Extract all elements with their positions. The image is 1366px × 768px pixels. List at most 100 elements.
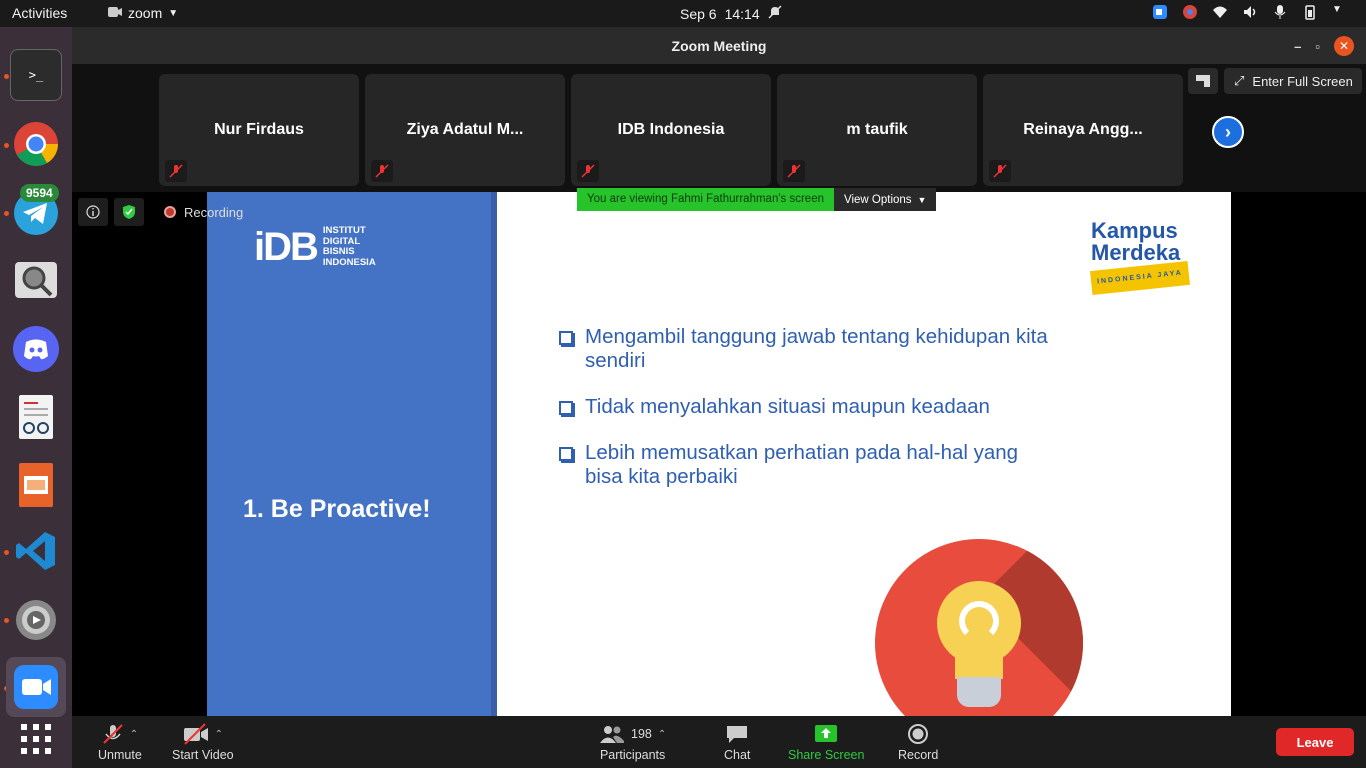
close-button[interactable]: ✕: [1334, 36, 1354, 56]
chevron-down-icon: ▼: [917, 194, 927, 205]
participant-tile[interactable]: Ziya Adatul M...: [365, 74, 565, 186]
desktop: Activities zoom ▼ Sep 6 14:14 ▼ >_ 9594 …: [0, 0, 1366, 768]
checkbox-bullet-icon: [559, 331, 573, 345]
battery-icon[interactable]: [1302, 4, 1318, 20]
bullet-item: Lebih memusatkan perhatian pada hal-hal …: [559, 441, 1059, 489]
wifi-icon[interactable]: [1212, 4, 1228, 20]
participants-icon: [600, 726, 624, 743]
record-label: Record: [898, 748, 939, 762]
participants-label: Participants: [599, 748, 666, 762]
chat-label: Chat: [724, 748, 751, 762]
enter-full-screen-button[interactable]: ⤢ Enter Full Screen: [1224, 68, 1362, 94]
running-indicator: [4, 550, 9, 555]
lightbulb-icon: [875, 539, 1083, 716]
participants-button[interactable]: 198 ⌃ Participants: [599, 722, 666, 762]
unmute-label: Unmute: [98, 748, 142, 762]
app-menu[interactable]: zoom ▼: [108, 5, 178, 21]
settings-icon[interactable]: [10, 594, 62, 646]
microphone-icon[interactable]: [1272, 4, 1288, 20]
participant-name: m taufik: [846, 121, 908, 138]
participant-name: IDB Indonesia: [617, 121, 725, 138]
chat-button[interactable]: Chat: [724, 722, 750, 762]
start-video-label: Start Video: [172, 748, 234, 762]
document-viewer-icon[interactable]: [10, 391, 62, 443]
bullet-text: Tidak menyalahkan situasi maupun keadaan: [585, 395, 990, 418]
window-titlebar[interactable]: Zoom Meeting – ▫ ✕: [72, 27, 1366, 64]
chevron-down-icon: ▼: [168, 7, 179, 19]
telegram-unread-badge: 9594: [20, 184, 59, 202]
terminal-icon[interactable]: >_: [10, 49, 62, 101]
share-screen-button[interactable]: Share Screen: [788, 722, 864, 762]
kampus-logo-line2: Merdeka: [1091, 240, 1181, 265]
participants-count: 198: [631, 727, 652, 741]
chrome-icon[interactable]: [10, 118, 62, 170]
zoom-app-icon: [108, 5, 122, 21]
participant-name: Nur Firdaus: [214, 121, 304, 138]
audio-options-chevron-icon[interactable]: ⌃: [130, 729, 138, 740]
app-grid-icon[interactable]: [10, 713, 62, 765]
bullet-item: Tidak menyalahkan situasi maupun keadaan: [559, 395, 1059, 419]
share-screen-label: Share Screen: [788, 748, 865, 762]
checkbox-bullet-icon: [559, 447, 573, 461]
dock: >_ 9594: [0, 27, 72, 768]
muted-mic-icon: [783, 160, 805, 182]
zoom-tray-icon[interactable]: [1152, 4, 1168, 20]
participant-tile[interactable]: IDB Indonesia: [571, 74, 771, 186]
running-indicator: [4, 74, 9, 79]
view-options-label: View Options: [844, 193, 912, 206]
minimize-button[interactable]: –: [1294, 39, 1301, 54]
fullscreen-icon: ⤢: [1234, 73, 1245, 88]
enter-full-screen-label: Enter Full Screen: [1252, 73, 1353, 89]
system-tray: ▼: [1152, 4, 1348, 20]
running-indicator: [4, 618, 9, 623]
window-title: Zoom Meeting: [671, 38, 767, 54]
running-indicator: [4, 143, 9, 148]
muted-mic-icon: [989, 160, 1011, 182]
system-top-bar: Activities zoom ▼ Sep 6 14:14 ▼: [0, 0, 1366, 27]
participant-name: Reinaya Angg...: [1023, 121, 1143, 138]
idb-logo-line: BISNIS: [322, 246, 355, 257]
volume-icon[interactable]: [1242, 4, 1258, 20]
discord-icon[interactable]: [10, 323, 62, 375]
kampus-logo-tag: INDONESIA JAYA: [1090, 260, 1190, 296]
image-viewer-icon[interactable]: [10, 255, 62, 307]
recording-indicator[interactable]: Recording: [164, 205, 243, 220]
participant-tile[interactable]: Reinaya Angg...: [983, 74, 1183, 186]
chrome-tray-icon[interactable]: [1182, 4, 1198, 20]
clock[interactable]: Sep 6 14:14: [680, 5, 782, 22]
record-button[interactable]: Record: [898, 722, 938, 762]
bullet-text: Lebih memusatkan perhatian pada hal-hal …: [585, 441, 1019, 488]
meeting-info-icon[interactable]: [78, 198, 108, 226]
next-page-arrow-icon[interactable]: ›: [1212, 116, 1244, 148]
bullet-list: Mengambil tanggung jawab tentang kehidup…: [559, 325, 1059, 511]
presentation-icon[interactable]: [10, 459, 62, 511]
bullet-text: Mengambil tanggung jawab tentang kehidup…: [585, 325, 1048, 372]
unmute-button[interactable]: ⌃ Unmute: [98, 722, 142, 762]
share-screen-icon: [815, 725, 838, 742]
screen-share-banner: You are viewing Fahmi Fathurrahman's scr…: [577, 188, 937, 211]
recording-label: Recording: [184, 204, 244, 220]
video-options-chevron-icon[interactable]: ⌃: [215, 729, 223, 740]
muted-mic-icon: [102, 724, 123, 744]
system-menu-chevron-icon[interactable]: ▼: [1332, 4, 1348, 20]
idb-logo-mark: iDB: [254, 225, 319, 269]
participants-chevron-icon[interactable]: ⌃: [658, 729, 666, 740]
zoom-icon[interactable]: [6, 657, 66, 717]
slide-title: 1. Be Proactive!: [243, 495, 431, 523]
participant-name: Ziya Adatul M...: [406, 121, 524, 138]
muted-mic-icon: [165, 160, 187, 182]
running-indicator: [4, 211, 9, 216]
participant-tile[interactable]: Nur Firdaus: [159, 74, 359, 186]
maximize-button[interactable]: ▫: [1315, 39, 1320, 54]
record-icon: [908, 724, 929, 744]
activities-button[interactable]: Activities: [12, 5, 67, 21]
video-off-icon: [183, 723, 208, 745]
participant-tile[interactable]: m taufik: [777, 74, 977, 186]
view-options-button[interactable]: View Options ▼: [834, 188, 937, 211]
notifications-muted-icon: [768, 5, 782, 22]
leave-button[interactable]: Leave: [1276, 728, 1354, 756]
start-video-button[interactable]: ⌃ Start Video: [172, 722, 234, 762]
vscode-icon[interactable]: [10, 525, 62, 577]
encryption-shield-icon[interactable]: [114, 198, 144, 226]
layout-toggle-button[interactable]: [1188, 68, 1218, 94]
